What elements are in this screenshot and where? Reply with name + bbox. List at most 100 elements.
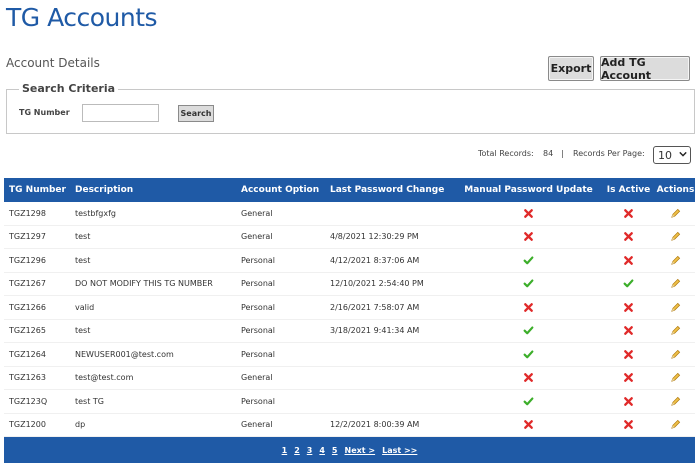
cell-account-option: Personal	[241, 349, 276, 359]
close-icon	[524, 373, 533, 383]
pencil-icon[interactable]	[670, 372, 681, 383]
cell-tg-number: TGZ1200	[9, 420, 46, 430]
cell-account-option: Personal	[241, 279, 276, 289]
cell-description: valid	[75, 302, 95, 312]
cell-last-password-change: 3/18/2021 9:41:34 AM	[330, 326, 420, 336]
cell-account-option: Personal	[241, 255, 276, 265]
cell-account-option: General	[241, 373, 273, 383]
column-header-tg-number[interactable]: TG Number	[4, 185, 71, 195]
column-header-is-active[interactable]: Is Active	[601, 185, 656, 195]
cell-description: test TG	[75, 396, 104, 406]
close-icon	[524, 208, 533, 218]
checkmark-icon	[623, 279, 634, 288]
tg-number-label: TG Number	[19, 108, 70, 117]
records-per-page-select[interactable]: 10	[653, 146, 691, 164]
cell-description: test	[75, 232, 91, 242]
search-button[interactable]: Search	[178, 105, 214, 122]
cell-account-option: General	[241, 208, 273, 218]
cell-actions	[656, 419, 695, 430]
cell-is-active	[601, 255, 656, 266]
page-link-5[interactable]: 5	[332, 446, 338, 455]
cell-account-option: Personal	[241, 326, 276, 336]
column-header-actions: Actions	[656, 185, 695, 195]
cell-tg-number: TGZ1298	[9, 208, 46, 218]
search-criteria-panel: Search Criteria TG Number Search	[6, 82, 695, 134]
cell-manual-password-update	[456, 372, 601, 383]
chevron-down-icon	[679, 151, 687, 157]
pencil-icon[interactable]	[670, 325, 681, 336]
records-per-page-label: Records Per Page:	[573, 149, 645, 158]
cell-description: test@test.com	[75, 373, 134, 383]
pencil-icon[interactable]	[670, 278, 681, 289]
column-header-account-option[interactable]: Account Option	[238, 185, 330, 195]
tg-number-input[interactable]	[82, 104, 159, 122]
cell-tg-number: TGZ1263	[9, 373, 46, 383]
close-icon	[624, 232, 633, 242]
pencil-icon[interactable]	[670, 231, 681, 242]
close-icon	[524, 420, 533, 430]
cell-tg-number: TGZ1296	[9, 255, 46, 265]
section-title: Account Details	[6, 56, 100, 70]
cell-tg-number: TGZ1265	[9, 326, 46, 336]
add-tg-account-button[interactable]: Add TG Account	[600, 56, 690, 82]
column-header-manual-password-update[interactable]: Manual Password Update	[456, 185, 601, 195]
checkmark-icon	[523, 279, 534, 288]
cell-is-active	[601, 419, 656, 430]
pencil-icon[interactable]	[670, 419, 681, 430]
cell-description: dp	[75, 420, 86, 430]
cell-manual-password-update	[456, 419, 601, 430]
cell-last-password-change: 2/16/2021 7:58:07 AM	[330, 302, 420, 312]
cell-description: testbfgxfg	[75, 208, 116, 218]
pencil-icon[interactable]	[670, 349, 681, 360]
cell-tg-number: TGZ1266	[9, 302, 46, 312]
close-icon	[624, 208, 633, 218]
pencil-icon[interactable]	[670, 208, 681, 219]
cell-is-active	[601, 231, 656, 242]
close-icon	[624, 326, 633, 336]
last-page-link[interactable]: Last >>	[382, 446, 417, 455]
cell-actions	[656, 372, 695, 383]
cell-description: test	[75, 255, 91, 265]
table-row: TGZ1266 valid Personal 2/16/2021 7:58:07…	[4, 296, 695, 320]
page-title: TG Accounts	[6, 3, 158, 32]
records-separator: |	[561, 149, 564, 158]
cell-manual-password-update	[456, 349, 601, 360]
cell-actions	[656, 231, 695, 242]
table-row: TGZ123Q test TG Personal	[4, 390, 695, 414]
next-page-link[interactable]: Next >	[345, 446, 376, 455]
pagination-bar: 1 2 3 4 5 Next > Last >>	[4, 437, 695, 463]
close-icon	[624, 396, 633, 406]
cell-tg-number: TGZ123Q	[9, 396, 48, 406]
accounts-table: TG Number Description Account Option Las…	[4, 178, 695, 463]
cell-tg-number: TGZ1267	[9, 279, 46, 289]
column-header-description[interactable]: Description	[71, 185, 238, 195]
pencil-icon[interactable]	[670, 396, 681, 407]
checkmark-icon	[523, 350, 534, 359]
export-button[interactable]: Export	[548, 56, 594, 81]
cell-actions	[656, 278, 695, 289]
cell-actions	[656, 302, 695, 313]
cell-description: NEWUSER001@test.com	[75, 349, 174, 359]
cell-account-option: General	[241, 420, 273, 430]
close-icon	[624, 349, 633, 359]
table-row: TGZ1298 testbfgxfg General	[4, 202, 695, 226]
page-link-1[interactable]: 1	[282, 446, 288, 455]
cell-manual-password-update	[456, 302, 601, 313]
checkmark-icon	[523, 326, 534, 335]
cell-is-active	[601, 208, 656, 219]
cell-tg-number: TGZ1297	[9, 232, 46, 242]
table-row: TGZ1297 test General 4/8/2021 12:30:29 P…	[4, 225, 695, 249]
page-link-3[interactable]: 3	[307, 446, 313, 455]
cell-tg-number: TGZ1264	[9, 349, 46, 359]
cell-manual-password-update	[456, 325, 601, 336]
cell-account-option: Personal	[241, 396, 276, 406]
cell-manual-password-update	[456, 278, 601, 289]
cell-last-password-change: 4/12/2021 8:37:06 AM	[330, 255, 420, 265]
table-body: TGZ1298 testbfgxfg General TGZ1297 test …	[4, 202, 695, 437]
column-header-last-password-change[interactable]: Last Password Change	[330, 185, 456, 195]
pencil-icon[interactable]	[670, 302, 681, 313]
cell-is-active	[601, 349, 656, 360]
pencil-icon[interactable]	[670, 255, 681, 266]
page-link-4[interactable]: 4	[319, 446, 325, 455]
page-link-2[interactable]: 2	[294, 446, 300, 455]
